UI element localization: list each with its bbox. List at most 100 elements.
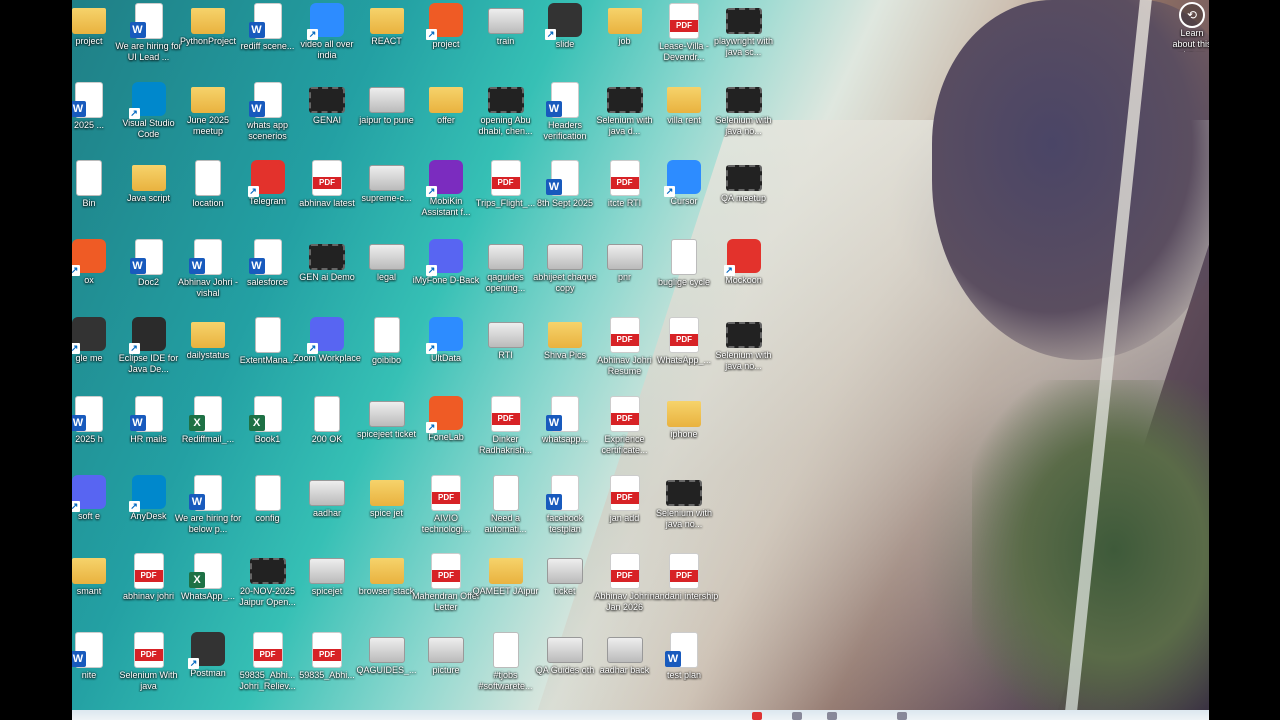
img-icon [606,636,643,663]
video-icon [725,8,762,34]
pdf-icon [609,317,640,354]
folder-icon [667,86,701,113]
desktop-icon[interactable]: QA meetup [709,157,779,235]
folder-icon [607,8,642,34]
app-icon [545,3,582,40]
folder-icon [131,165,166,192]
desktop-icon[interactable]: Mockoon [709,236,779,314]
desktop-icon-label: test plan [666,669,702,680]
desktop-icon[interactable]: nandani intership [649,550,719,628]
desktop-icon[interactable]: Selenium with java no... [709,79,779,157]
folder-icon [369,8,404,34]
desktop-icon-label: Selenium with java no... [655,507,713,529]
word-icon [129,396,163,432]
img-icon [368,243,405,270]
doc-icon [671,238,697,275]
app-icon [426,317,463,355]
desktop-icon[interactable]: iphone [649,393,719,471]
word-icon [546,396,579,432]
word-icon [72,396,103,432]
pdf-icon [609,396,640,432]
app-icon [307,317,344,355]
pdf-icon [669,317,699,354]
app-icon [247,160,285,198]
doc-icon [254,317,281,354]
desktop-icon-label: playwright with java sc... [713,36,774,57]
app-icon [128,81,166,119]
img-icon [487,8,524,34]
pdf-icon [431,474,461,511]
taskbar-app-icon[interactable] [827,712,837,720]
pdf-icon [490,396,521,432]
app-icon [723,238,761,276]
app-icon [426,396,463,433]
word-icon [189,474,222,511]
word-icon [189,238,222,275]
img-icon [368,401,405,427]
learn-more-icon[interactable]: ⟲ [1179,2,1205,28]
desktop-icon-label: Selenium with java no... [715,114,772,136]
app-icon [426,160,463,198]
video-icon [725,165,762,192]
video-icon [666,479,702,506]
img-icon [368,636,405,663]
video-icon [487,86,524,113]
pdf-icon [609,160,640,197]
video-icon [606,86,643,113]
img-icon [368,86,405,113]
learn-about-picture[interactable]: ⟲ Learn about this picture [1172,2,1212,52]
excel-icon [189,553,222,590]
desktop-icon-label: Mockoon [725,274,762,285]
pdf-icon [431,553,461,590]
word-icon [248,81,282,118]
word-icon [129,238,163,275]
img-icon [368,165,405,192]
desktop-icon[interactable]: Selenium with java no... [709,314,779,392]
desktop-icon[interactable]: playwright with java sc... [709,0,779,78]
taskbar[interactable] [72,710,1209,720]
app-icon [72,238,106,276]
img-icon [547,636,583,663]
video-icon [725,86,762,113]
excel-icon [189,396,222,432]
pdf-icon [609,474,640,511]
img-icon [309,479,345,506]
learn-more-label: Learn about this picture [1172,28,1212,52]
app-icon [72,474,106,512]
img-icon [428,636,464,663]
screen-border [1209,0,1280,720]
video-icon [309,243,345,270]
app-icon [128,474,166,512]
word-icon [546,160,579,197]
taskbar-app-icon[interactable] [897,712,907,720]
doc-icon [254,474,281,511]
pdf-icon [669,553,699,590]
desktop-icon-label: iphone [670,429,698,439]
folder-icon [369,479,404,506]
word-icon [72,631,103,668]
video-icon [249,558,286,585]
img-icon [547,243,583,270]
folder-icon [191,86,225,113]
folder-icon [369,558,404,585]
taskbar-app-icon[interactable] [792,712,802,720]
desktop-icon-label: Selenium with java no... [715,350,772,372]
word-icon [248,3,282,39]
doc-icon [314,396,340,432]
img-icon [487,243,524,270]
desktop-icon[interactable]: Selenium with java no... [649,472,719,550]
pdf-icon [133,631,164,668]
video-icon [309,86,345,113]
folder-icon [488,558,523,585]
pdf-icon [133,553,164,590]
app-icon [307,3,344,40]
desktop-icon[interactable]: test plan [649,629,719,707]
taskbar-app-icon[interactable] [752,712,762,720]
folder-icon [72,558,106,585]
folder-icon [191,8,225,34]
video-icon [725,322,762,349]
doc-icon [492,631,519,668]
pdf-icon [490,160,521,197]
doc-icon [373,317,400,354]
word-icon [546,474,579,511]
